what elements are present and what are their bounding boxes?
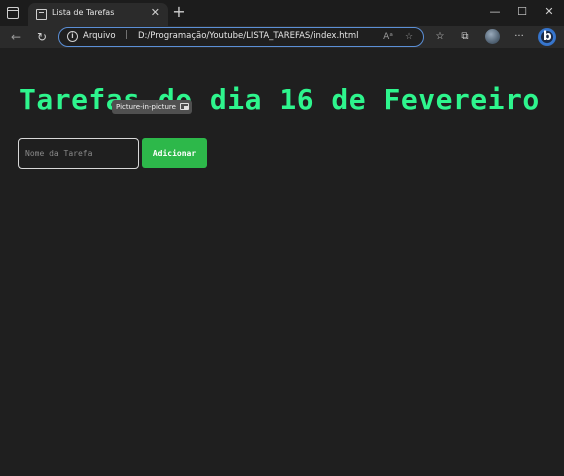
profile-avatar[interactable] (485, 29, 500, 44)
page-favicon-icon (36, 9, 47, 20)
refresh-button[interactable]: ↻ (33, 28, 51, 46)
minimize-button[interactable]: — (482, 3, 508, 21)
task-name-input[interactable] (18, 138, 139, 169)
picture-in-picture-icon (179, 103, 189, 110)
browser-tab[interactable]: Lista de Tarefas ✕ (28, 3, 168, 26)
address-scheme-label: Arquivo (83, 31, 116, 41)
add-task-button[interactable]: Adicionar (142, 138, 207, 168)
page-content: Tarefas do dia 16 de Fevereiro Picture-i… (0, 48, 564, 476)
maximize-button[interactable]: ☐ (509, 3, 535, 21)
address-bar[interactable]: i Arquivo | D:/Programação/Youtube/LISTA… (58, 27, 424, 47)
picture-in-picture-tooltip[interactable]: Picture-in-picture (112, 100, 192, 114)
address-url[interactable]: D:/Programação/Youtube/LISTA_TAREFAS/ind… (138, 31, 359, 41)
back-button[interactable]: ← (7, 28, 25, 46)
site-info-icon[interactable]: i (67, 31, 78, 42)
collections-icon[interactable]: ⧉ (457, 29, 473, 45)
add-favorite-icon[interactable]: ☆ (402, 30, 416, 44)
tab-close-icon[interactable]: ✕ (151, 6, 160, 20)
tab-title: Lista de Tarefas (52, 8, 115, 17)
new-tab-button[interactable]: + (171, 3, 187, 21)
pip-label: Picture-in-picture (116, 103, 176, 111)
tab-actions-icon[interactable] (6, 6, 20, 20)
page-title: Tarefas do dia 16 de Fevereiro (19, 83, 540, 116)
title-bar: Lista de Tarefas ✕ + — ☐ ✕ (0, 0, 564, 26)
more-menu-icon[interactable]: ··· (511, 29, 527, 45)
browser-toolbar: ← ↻ i Arquivo | D:/Programação/Youtube/L… (0, 26, 564, 48)
bing-copilot-icon[interactable] (538, 28, 556, 46)
address-separator: | (125, 30, 129, 40)
close-window-button[interactable]: ✕ (536, 3, 562, 21)
favorites-icon[interactable]: ☆ (432, 29, 448, 45)
read-aloud-icon[interactable]: Aᵃ (381, 30, 395, 44)
